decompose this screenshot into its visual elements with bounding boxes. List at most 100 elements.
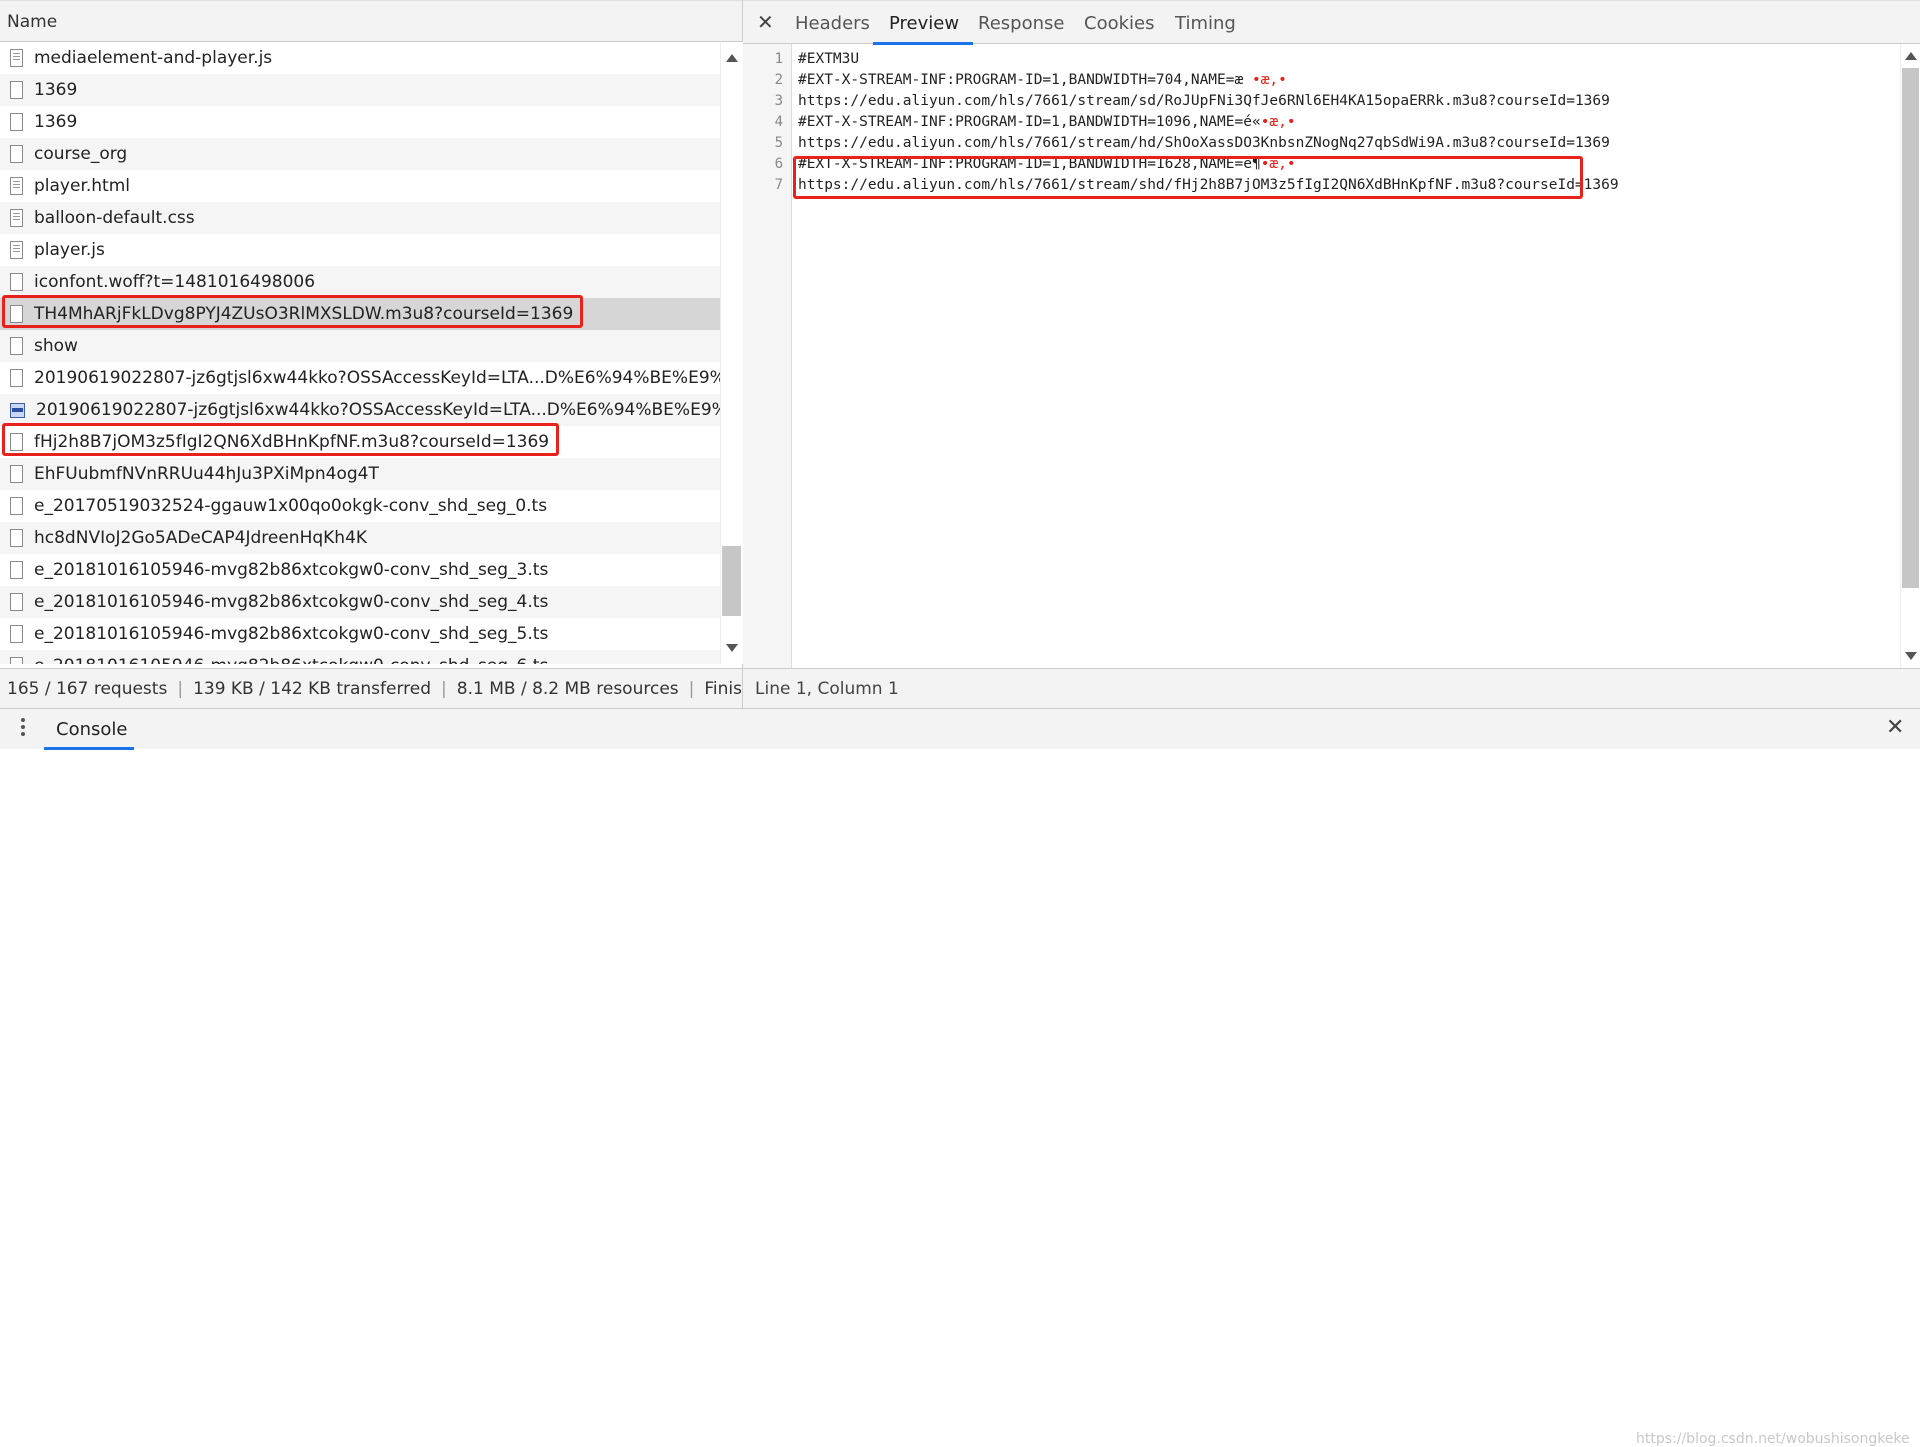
request-name: fHj2h8B7jOM3z5fIgI2QN6XdBHnKpfNF.m3u8?co… [34, 432, 550, 452]
separator: | [441, 678, 447, 699]
document-file-icon [10, 465, 23, 483]
document-file-icon [10, 81, 23, 99]
document-file-icon [10, 529, 23, 547]
document-file-icon [10, 497, 23, 515]
code-text: #EXT-X-STREAM-INF:PROGRAM-ID=1,BANDWIDTH… [798, 114, 1261, 130]
code-text: https://edu.aliyun.com/hls/7661/stream/s… [798, 93, 1610, 109]
tab-timing[interactable]: Timing [1175, 13, 1236, 34]
image-file-icon [10, 402, 25, 418]
request-row[interactable]: hc8dNVIoJ2Go5ADeCAP4JdreenHqKh4K [0, 522, 720, 554]
tab-preview[interactable]: Preview [889, 13, 959, 34]
document-file-icon [10, 273, 23, 291]
request-name: e_20181016105946-mvg82b86xtcokgw0-conv_s… [34, 560, 549, 580]
close-icon[interactable]: ✕ [757, 10, 774, 34]
request-name: show [34, 336, 78, 356]
request-list: mediaelement-and-player.js 1369 1369 course… [0, 42, 720, 664]
code-line[interactable]: #EXT-X-STREAM-INF:PROGRAM-ID=1,BANDWIDTH… [798, 114, 1296, 130]
request-row[interactable]: balloon-default.css [0, 202, 720, 234]
line-number: 4 [774, 114, 783, 130]
document-file-icon [10, 369, 23, 387]
detail-tab-bar: ✕ Headers Preview Response Cookies Timin… [743, 0, 1920, 45]
request-row[interactable]: EhFUubmfNVnRRUu44hJu3PXiMpn4og4T [0, 458, 720, 490]
request-name: 20190619022807-jz6gtjsl6xw44kko?OSSAcces… [36, 400, 720, 420]
request-name: 20190619022807-jz6gtjsl6xw44kko?OSSAcces… [34, 368, 720, 388]
tab-response[interactable]: Response [978, 13, 1064, 34]
code-line[interactable]: #EXT-X-STREAM-INF:PROGRAM-ID=1,BANDWIDTH… [798, 156, 1296, 172]
code-text: #EXT-X-STREAM-INF:PROGRAM-ID=1,BANDWIDTH… [798, 72, 1252, 88]
resources-size: 8.1 MB / 8.2 MB resources [456, 678, 679, 699]
request-row[interactable]: e_20181016105946-mvg82b86xtcokgw0-conv_s… [0, 650, 720, 664]
code-line[interactable]: https://edu.aliyun.com/hls/7661/stream/h… [798, 135, 1610, 151]
tab-headers[interactable]: Headers [795, 13, 870, 34]
document-file-icon [10, 113, 23, 131]
document-file-icon [10, 625, 23, 643]
scroll-down-arrow-icon[interactable] [1905, 652, 1917, 660]
request-row[interactable]: course_org [0, 138, 720, 170]
more-options-icon[interactable] [21, 718, 25, 739]
preview-scrollbar[interactable] [1900, 44, 1920, 668]
request-row[interactable]: e_20170519032524-ggauw1x00qo0okgk-conv_s… [0, 490, 720, 522]
console-drawer: Console https://blog.csdn.net/wobushison… [0, 708, 1920, 1447]
code-line[interactable]: https://edu.aliyun.com/hls/7661/stream/s… [798, 177, 1619, 193]
document-file-icon [10, 241, 23, 259]
request-row[interactable]: fHj2h8B7jOM3z5fIgI2QN6XdBHnKpfNF.m3u8?co… [0, 426, 720, 458]
encoded-chars: •æ,• [1251, 72, 1287, 88]
request-row[interactable]: 20190619022807-jz6gtjsl6xw44kko?OSSAcces… [0, 362, 720, 394]
request-row[interactable]: e_20181016105946-mvg82b86xtcokgw0-conv_s… [0, 586, 720, 618]
document-file-icon [10, 305, 23, 323]
request-name: balloon-default.css [34, 208, 195, 228]
document-file-icon [10, 657, 23, 664]
request-row[interactable]: player.html [0, 170, 720, 202]
code-line[interactable]: #EXT-X-STREAM-INF:PROGRAM-ID=1,BANDWIDTH… [798, 72, 1287, 88]
tab-console[interactable]: Console [56, 719, 127, 740]
code-text: https://edu.aliyun.com/hls/7661/stream/h… [798, 135, 1610, 151]
request-row[interactable]: e_20181016105946-mvg82b86xtcokgw0-conv_s… [0, 618, 720, 650]
request-row[interactable]: show [0, 330, 720, 362]
scroll-down-arrow-icon[interactable] [726, 644, 738, 652]
request-row[interactable]: TH4MhARjFkLDvg8PYJ4ZUsO3RlMXSLDW.m3u8?co… [0, 298, 720, 330]
request-row[interactable]: iconfont.woff?t=1481016498006 [0, 266, 720, 298]
requests-count: 165 / 167 requests [7, 678, 168, 699]
network-request-panel: Name mediaelement-and-player.js 1369 1369 c… [0, 0, 743, 708]
request-name: e_20170519032524-ggauw1x00qo0okgk-conv_s… [34, 496, 548, 516]
code-line[interactable]: #EXTM3U [798, 51, 859, 67]
request-name: e_20181016105946-mvg82b86xtcokgw0-conv_s… [34, 624, 549, 644]
request-row[interactable]: player.js [0, 234, 720, 266]
request-row[interactable]: e_20181016105946-mvg82b86xtcokgw0-conv_s… [0, 554, 720, 586]
code-text: #EXT-X-STREAM-INF:PROGRAM-ID=1,BANDWIDTH… [798, 156, 1261, 172]
separator: | [688, 678, 695, 699]
line-number: 7 [774, 177, 783, 193]
document-file-icon [10, 145, 23, 163]
scroll-up-arrow-icon[interactable] [1905, 52, 1917, 60]
watermark: https://blog.csdn.net/wobushisongkeke [1636, 1431, 1910, 1447]
cursor-position: Line 1, Column 1 [755, 679, 899, 699]
document-file-icon [10, 433, 23, 451]
request-row[interactable]: 20190619022807-jz6gtjsl6xw44kko?OSSAcces… [0, 394, 720, 426]
request-list-scrollbar[interactable] [720, 42, 743, 664]
line-number: 2 [774, 72, 783, 88]
name-column-header[interactable]: Name [0, 0, 742, 42]
request-name: e_20181016105946-mvg82b86xtcokgw0-conv_s… [34, 592, 549, 612]
network-summary-bar: 165 / 167 requests | 139 KB / 142 KB tra… [0, 668, 742, 708]
scrollbar-thumb[interactable] [1902, 68, 1919, 588]
close-icon[interactable]: ✕ [1886, 715, 1904, 740]
transferred-size: 139 KB / 142 KB transferred [193, 678, 432, 699]
scrollbar-thumb[interactable] [722, 546, 741, 616]
encoded-chars: •æ,• [1260, 156, 1296, 172]
document-file-icon [10, 337, 23, 355]
document-file-icon [10, 209, 23, 227]
line-number: 1 [774, 51, 783, 67]
code-text: https://edu.aliyun.com/hls/7661/stream/s… [798, 177, 1619, 193]
request-row[interactable]: 1369 [0, 106, 720, 138]
request-name: course_org [34, 144, 128, 164]
request-row[interactable]: mediaelement-and-player.js [0, 42, 720, 74]
tab-cookies[interactable]: Cookies [1084, 13, 1154, 34]
request-name: TH4MhARjFkLDvg8PYJ4ZUsO3RlMXSLDW.m3u8?co… [34, 304, 574, 324]
scroll-up-arrow-icon[interactable] [726, 54, 738, 62]
name-column-label: Name [7, 12, 58, 32]
code-line[interactable]: https://edu.aliyun.com/hls/7661/stream/s… [798, 93, 1610, 109]
request-detail-panel: ✕ Headers Preview Response Cookies Timin… [743, 0, 1920, 708]
separator: | [177, 678, 184, 699]
request-row[interactable]: 1369 [0, 74, 720, 106]
editor-status-bar: Line 1, Column 1 [743, 668, 1920, 708]
